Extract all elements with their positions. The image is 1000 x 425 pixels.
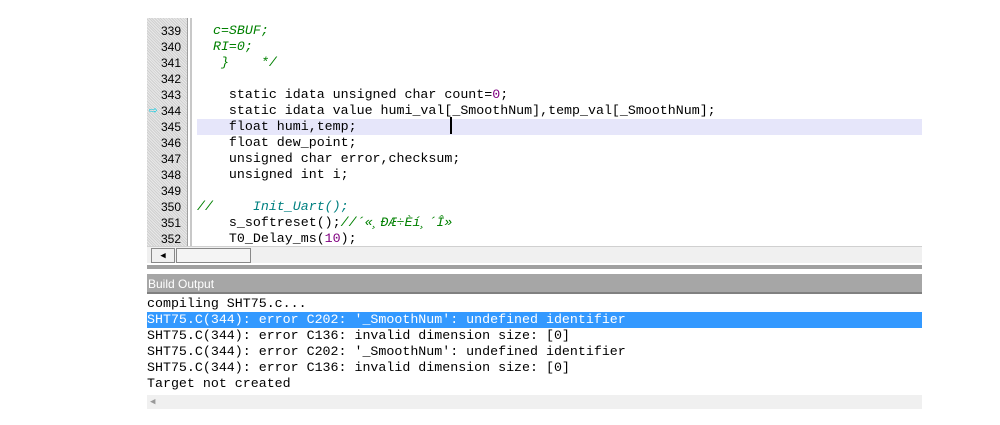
code-token: static idata unsigned char count= <box>197 87 493 102</box>
line-number: 350 <box>160 200 181 214</box>
line-number: 347 <box>160 152 181 166</box>
output-line[interactable]: Target not created <box>147 376 922 392</box>
code-line[interactable]: unsigned char error,checksum; <box>197 151 922 167</box>
scroll-left-icon[interactable]: ◀ <box>150 395 155 409</box>
line-number: 340 <box>160 40 181 54</box>
code-line[interactable] <box>197 71 922 87</box>
code-token: s_softreset(); <box>197 215 341 230</box>
line-number-gutter: 339 340 341 342 343 344 ⇨ 345 346 347 348 349 350 351… <box>147 18 188 246</box>
output-line[interactable]: SHT75.C(344): error C136: invalid dimens… <box>147 360 922 376</box>
line-number: 341 <box>160 56 181 70</box>
code-line[interactable]: c=SBUF; <box>197 23 922 39</box>
build-output-title: Build Output <box>147 274 922 294</box>
code-token: unsigned int i; <box>197 167 349 182</box>
output-line[interactable]: SHT75.C(344): error C136: invalid dimens… <box>147 328 922 344</box>
line-number: 348 <box>160 168 181 182</box>
code-line[interactable]: s_softreset();//´«¸ÐÆ÷Èí¸´Î» <box>197 215 922 231</box>
code-token: c=SBUF; <box>197 23 269 38</box>
code-token: RI=0; <box>197 39 253 54</box>
code-token: ); <box>340 231 357 246</box>
code-line[interactable]: float dew_point; <box>197 135 922 151</box>
code-token: } */ <box>197 55 277 70</box>
panel-splitter[interactable] <box>147 265 922 269</box>
code-line[interactable]: static idata value humi_val[_SmoothNum],… <box>197 103 922 119</box>
code-token: static idata value humi_val[_SmoothNum],… <box>197 103 716 118</box>
scroll-left-button[interactable]: ◀ <box>151 248 175 263</box>
line-number: 351 <box>160 216 181 230</box>
code-token: float dew_point; <box>197 135 357 150</box>
line-number: 349 <box>160 184 181 198</box>
line-number: 339 <box>160 24 181 38</box>
code-token: float humi,temp; <box>197 119 357 134</box>
code-token: // <box>197 199 213 214</box>
code-line[interactable]: unsigned int i; <box>197 167 922 183</box>
code-token: ; <box>500 87 509 102</box>
line-number: 342 <box>160 72 181 86</box>
code-line[interactable]: // Init_Uart(); <box>197 199 922 215</box>
editor-horizontal-scrollbar[interactable]: ◀ <box>147 246 922 263</box>
code-token: 10 <box>324 231 341 246</box>
code-token: unsigned char error,checksum; <box>197 151 461 166</box>
scroll-thumb[interactable] <box>176 248 251 263</box>
output-line[interactable]: SHT75.C(344): error C202: '_SmoothNum': … <box>147 344 922 360</box>
code-token: T0_Delay_ms( <box>197 231 325 246</box>
line-number: 346 <box>160 136 181 150</box>
text-caret <box>450 117 452 134</box>
code-line[interactable]: float humi,temp; <box>197 119 922 135</box>
current-statement-arrow-icon: ⇨ <box>149 103 158 119</box>
code-editor[interactable]: 339 340 341 342 343 344 ⇨ 345 346 347 348 349 350 351… <box>147 18 922 263</box>
code-token: Init_Uart(); <box>212 199 349 214</box>
output-line[interactable]: SHT75.C(344): error C202: '_SmoothNum': … <box>147 312 922 328</box>
code-line[interactable]: RI=0; <box>197 39 922 55</box>
code-line[interactable] <box>197 183 922 199</box>
gutter-separator <box>190 18 192 246</box>
build-output-list[interactable]: compiling SHT75.c... SHT75.C(344): error … <box>147 296 922 392</box>
code-token: //´«¸ÐÆ÷Èí¸´Î» <box>340 215 453 230</box>
code-line[interactable]: } */ <box>197 55 922 71</box>
line-number: 345 <box>160 120 181 134</box>
code-line[interactable]: static idata unsigned char count=0; <box>197 87 922 103</box>
line-number: 352 <box>160 232 181 246</box>
output-line[interactable]: compiling SHT75.c... <box>147 296 922 312</box>
line-number: 343 <box>160 88 181 102</box>
output-horizontal-scrollbar[interactable]: ◀ <box>147 395 922 409</box>
code-line[interactable]: T0_Delay_ms(10); <box>197 231 922 247</box>
